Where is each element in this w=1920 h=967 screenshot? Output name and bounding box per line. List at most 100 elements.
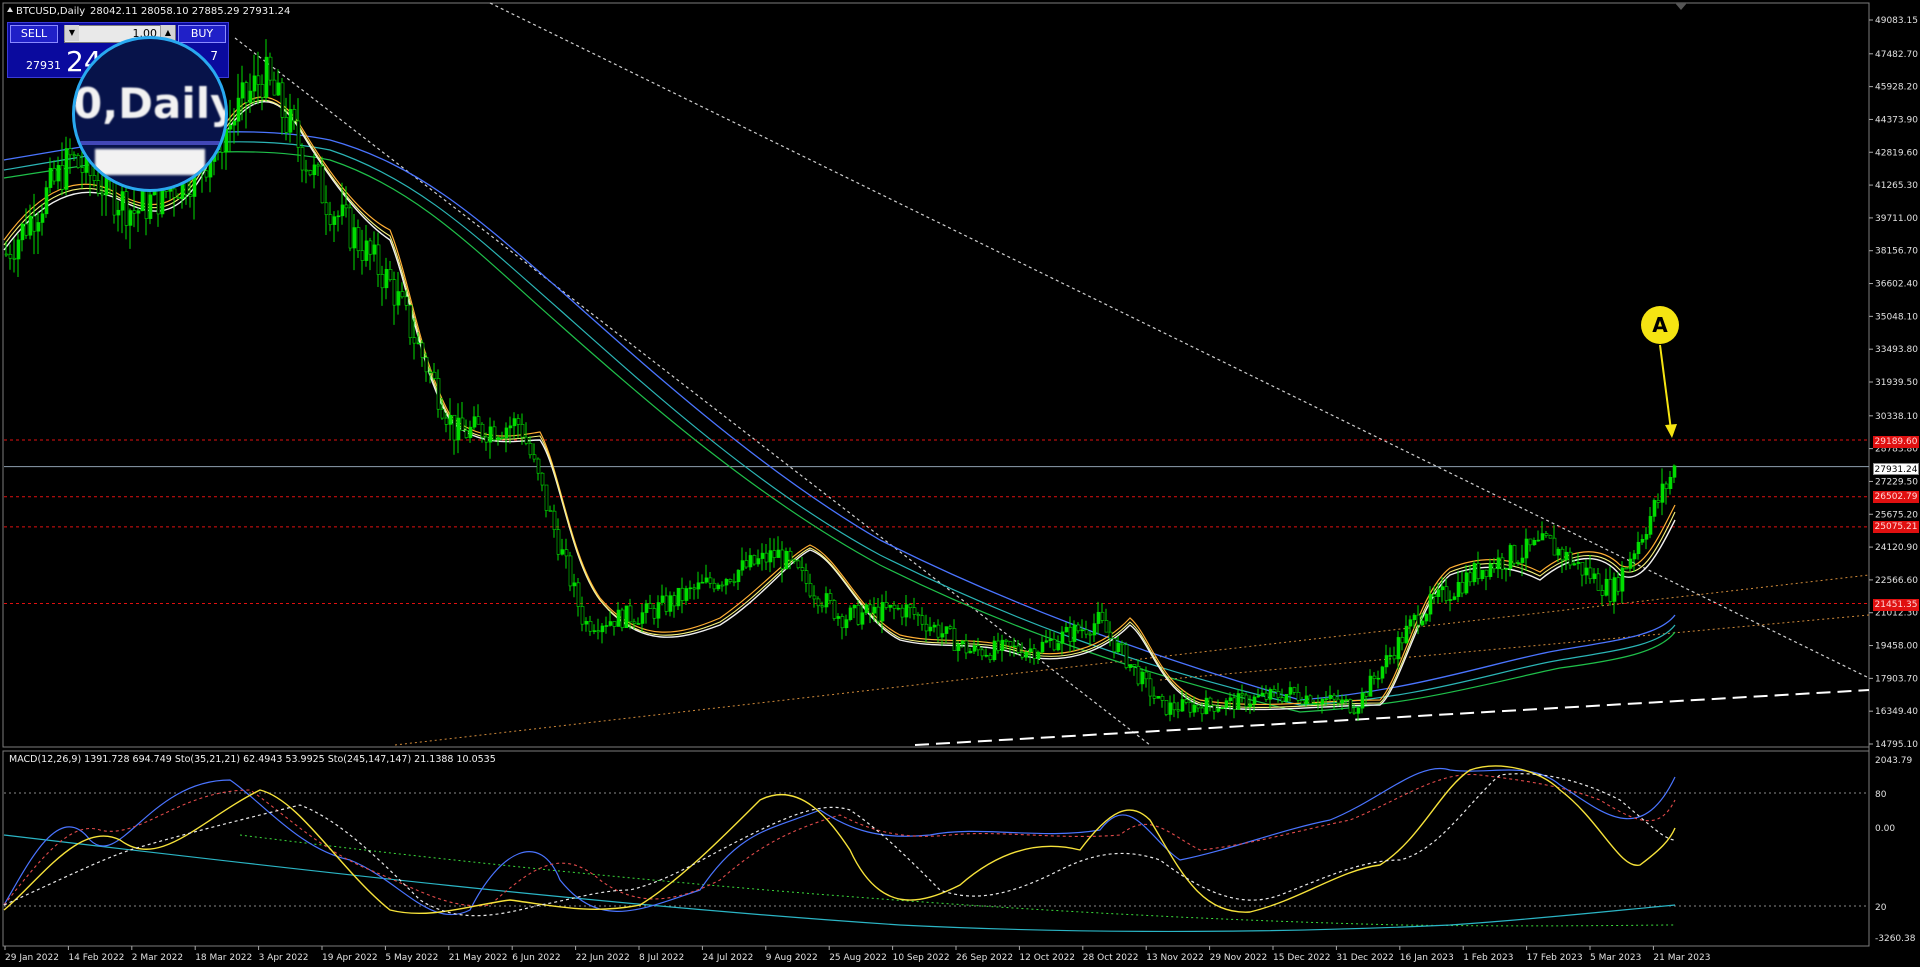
candle-body: [1048, 638, 1053, 642]
candle-body: [1044, 640, 1049, 643]
price-axis-label: 24120.90: [1875, 543, 1918, 553]
candle-body: [804, 570, 809, 584]
time-axis-label: 25 Aug 2022: [829, 953, 887, 963]
candle-body: [820, 605, 825, 608]
candle-body: [840, 616, 845, 629]
candle-body: [1528, 538, 1533, 546]
candle-body: [1160, 696, 1165, 701]
candle-body: [1300, 700, 1305, 705]
candle-body: [328, 214, 333, 225]
candle-body: [44, 187, 49, 215]
candle-body: [252, 75, 257, 92]
candle-body: [888, 604, 893, 608]
candle-body: [780, 549, 785, 570]
candle-body: [1244, 694, 1249, 708]
candle-body: [148, 194, 153, 219]
time-axis-label: 1 Feb 2023: [1463, 953, 1513, 963]
white-dashed-support-line: [914, 689, 1870, 746]
candle-body: [700, 581, 705, 584]
indicator-axis-label: 2043.79: [1875, 756, 1912, 766]
candle-body: [1556, 548, 1561, 556]
window-menu-arrow-icon[interactable]: [7, 7, 13, 12]
price-axis-label: 38156.70: [1875, 247, 1918, 257]
price-axis-label: 39711.00: [1875, 214, 1918, 224]
candle-body: [564, 549, 569, 557]
lot-decrease-icon[interactable]: ▼: [64, 25, 79, 41]
candle-body: [1608, 578, 1613, 602]
candle-body: [1004, 639, 1009, 642]
magnifier-lens: 0,Daily: [72, 36, 228, 192]
candle-body: [1472, 563, 1477, 583]
candle-body: [372, 244, 377, 255]
chart-window[interactable]: 49083.15 47482.70 45928.20 44373.90 42819.60…: [0, 0, 1920, 967]
candle-body: [528, 443, 533, 456]
candle-body: [864, 604, 869, 614]
candle-body: [24, 223, 29, 236]
candle-body: [536, 458, 541, 474]
candle-body: [464, 430, 469, 438]
sell-button[interactable]: SELL: [10, 25, 58, 43]
candle-body: [1184, 699, 1189, 703]
candle-body: [856, 604, 861, 625]
candle-body: [1564, 551, 1569, 561]
candle-body: [1560, 548, 1565, 561]
candle-body: [1332, 694, 1337, 700]
time-axis-label: 6 Jun 2022: [512, 953, 560, 963]
candle-body: [512, 418, 517, 427]
time-axis-label: 15 Dec 2022: [1273, 953, 1331, 963]
candle-body: [1516, 562, 1521, 564]
candle-body: [640, 612, 645, 624]
candle-body: [476, 416, 481, 425]
candle-body: [1424, 613, 1429, 622]
candle-body: [352, 227, 357, 249]
candle-body: [424, 357, 429, 373]
candle-body: [412, 337, 417, 344]
candle-body: [940, 633, 945, 638]
candle-body: [1444, 586, 1449, 601]
indicator-axis-label: 0.00: [1875, 824, 1895, 834]
candle-body: [440, 408, 445, 419]
candle-body: [380, 274, 385, 289]
ma-green-slow: [3, 151, 1676, 713]
candle-body: [1636, 541, 1641, 555]
candle-body: [1312, 702, 1317, 705]
candle-body: [1268, 689, 1273, 700]
indicator-axis: 2043.79 80 0.00 20 -3260.38: [1875, 756, 1916, 944]
candle-body: [376, 244, 381, 275]
candle-body: [288, 109, 293, 133]
candle-body: [1220, 707, 1225, 710]
candle-body: [844, 619, 849, 629]
magnified-lot-box: [95, 149, 205, 175]
candle-body: [1548, 535, 1553, 539]
candle-body: [316, 164, 321, 167]
candle-body: [884, 602, 889, 608]
buy-button[interactable]: BUY: [178, 25, 226, 43]
candle-body: [964, 640, 969, 654]
candle-body: [1296, 692, 1301, 701]
candle-body: [796, 560, 801, 569]
candle-body: [1256, 695, 1261, 698]
candle-body: [120, 191, 125, 211]
candle-body: [620, 609, 625, 628]
chart-canvas[interactable]: 49083.15 47482.70 45928.20 44373.90 42819.60…: [0, 0, 1920, 967]
candle-body: [332, 216, 337, 225]
candle-body: [908, 604, 913, 609]
candle-body: [688, 587, 693, 590]
indicator-frame: [2, 750, 1870, 947]
symbol-label: BTCUSD,Daily: [16, 6, 85, 17]
time-axis-label: 31 Dec 2022: [1336, 953, 1394, 963]
candle-body: [1096, 611, 1101, 624]
candle-body: [360, 250, 365, 261]
candle-body: [404, 296, 409, 306]
candle-body: [976, 645, 981, 651]
candle-body: [280, 82, 285, 118]
candle-body: [992, 640, 997, 661]
candle-body: [1600, 590, 1605, 596]
candle-body: [1496, 557, 1501, 570]
candle-body: [56, 165, 61, 182]
candle-body: [588, 621, 593, 632]
candle-body: [496, 437, 501, 441]
candle-body: [776, 549, 781, 558]
candle-body: [356, 227, 361, 252]
candle-body: [1592, 573, 1597, 580]
